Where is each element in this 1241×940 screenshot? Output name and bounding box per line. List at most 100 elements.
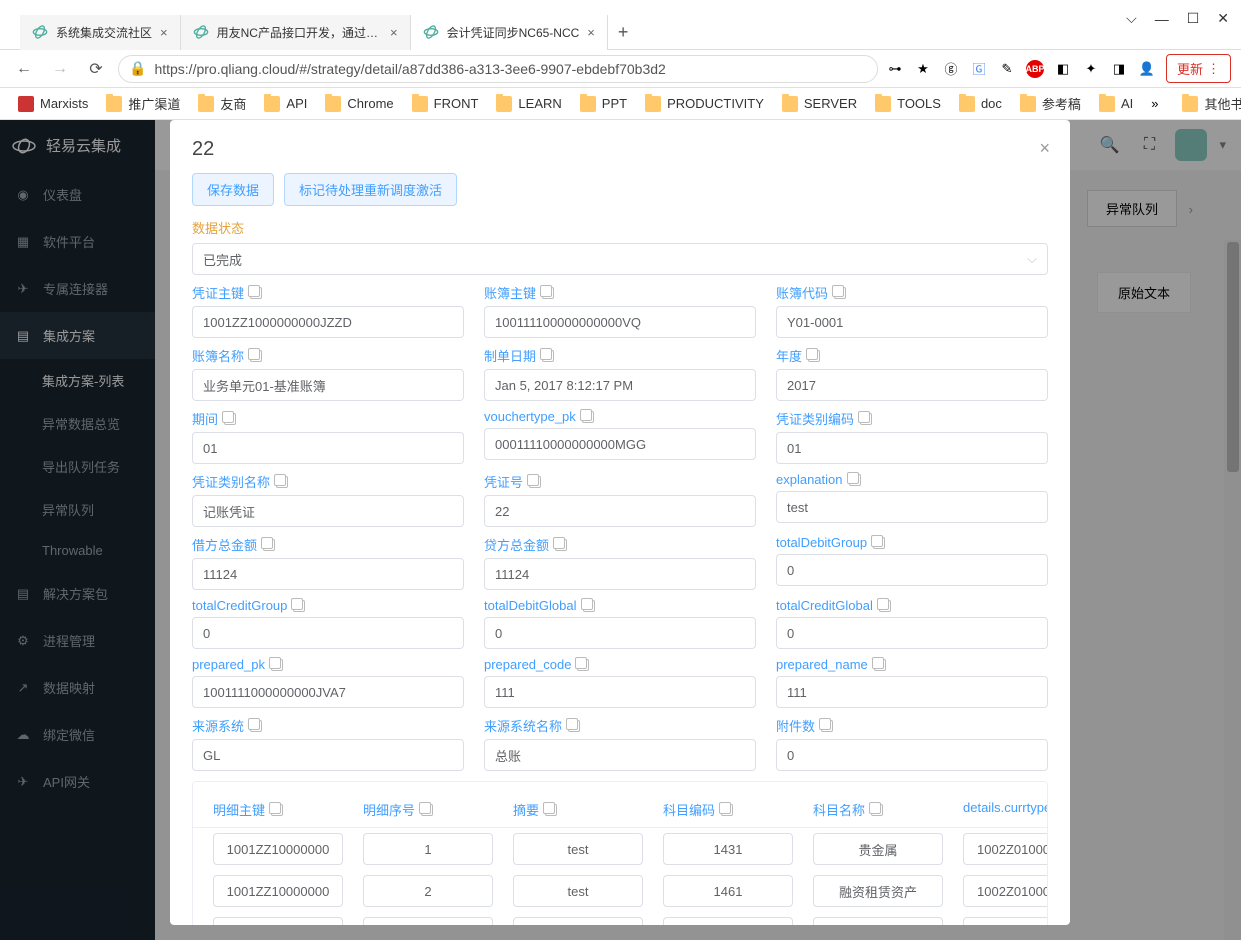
copy-icon[interactable] [568, 720, 580, 732]
detail-cell-2-1[interactable] [363, 917, 493, 925]
copy-icon[interactable] [871, 804, 883, 816]
tab-3-close[interactable]: × [587, 26, 595, 39]
copy-icon[interactable] [555, 539, 567, 551]
field-input-10[interactable] [484, 495, 756, 527]
field-input-13[interactable] [484, 558, 756, 590]
field-input-8[interactable] [776, 432, 1048, 464]
copy-icon[interactable] [545, 804, 557, 816]
field-input-17[interactable] [776, 617, 1048, 649]
abp-icon[interactable]: ABP [1026, 60, 1044, 78]
new-tab-button[interactable]: + [608, 22, 639, 43]
tab-3[interactable]: 会计凭证同步NC65-NCC × [411, 15, 608, 50]
tab-2[interactable]: 用友NC产品接口开发，通过轻易 × [181, 15, 411, 50]
copy-icon[interactable] [873, 537, 885, 549]
copy-icon[interactable] [721, 804, 733, 816]
bookmark-other[interactable]: 其他书签 [1176, 92, 1241, 115]
field-input-9[interactable] [192, 495, 464, 527]
mark-button[interactable]: 标记待处理重新调度激活 [284, 173, 457, 206]
detail-cell-2-5[interactable] [963, 917, 1048, 925]
ext-icon-1[interactable]: ★ [914, 60, 932, 78]
address-bar[interactable]: 🔒 https://pro.qliang.cloud/#/strategy/de… [118, 55, 878, 83]
detail-cell-0-3[interactable] [663, 833, 793, 865]
bookmark-folder-3[interactable]: API [258, 94, 313, 114]
tab-1[interactable]: 系统集成交流社区 × [20, 15, 181, 50]
detail-cell-1-0[interactable] [213, 875, 343, 907]
field-input-12[interactable] [192, 558, 464, 590]
field-input-2[interactable] [776, 306, 1048, 338]
copy-icon[interactable] [542, 287, 554, 299]
field-input-6[interactable] [192, 432, 464, 464]
field-input-16[interactable] [484, 617, 756, 649]
field-input-15[interactable] [192, 617, 464, 649]
field-input-21[interactable] [192, 739, 464, 771]
ext-icon-4[interactable]: ◧ [1054, 60, 1072, 78]
field-input-1[interactable] [484, 306, 756, 338]
detail-cell-1-3[interactable] [663, 875, 793, 907]
tab-1-close[interactable]: × [160, 26, 168, 39]
copy-icon[interactable] [582, 411, 594, 423]
detail-cell-1-5[interactable] [963, 875, 1048, 907]
copy-icon[interactable] [271, 804, 283, 816]
copy-icon[interactable] [250, 720, 262, 732]
copy-icon[interactable] [250, 350, 262, 362]
bookmark-folder-5[interactable]: FRONT [406, 94, 485, 114]
copy-icon[interactable] [263, 539, 275, 551]
detail-cell-2-2[interactable] [513, 917, 643, 925]
win-dropdown-icon[interactable]: ⌵ [1126, 10, 1137, 27]
copy-icon[interactable] [542, 350, 554, 362]
detail-cell-0-0[interactable] [213, 833, 343, 865]
detail-cell-2-0[interactable] [213, 917, 343, 925]
copy-icon[interactable] [821, 720, 833, 732]
detail-cell-2-3[interactable] [663, 917, 793, 925]
detail-cell-2-4[interactable] [813, 917, 943, 925]
ext-icon-3[interactable]: ✎ [998, 60, 1016, 78]
copy-icon[interactable] [879, 600, 891, 612]
bookmark-folder-10[interactable]: TOOLS [869, 94, 947, 114]
copy-icon[interactable] [583, 600, 595, 612]
back-button[interactable]: ← [10, 55, 38, 83]
bookmark-folder-12[interactable]: 参考稿 [1014, 92, 1087, 115]
field-input-4[interactable] [484, 369, 756, 401]
bookmark-folder-1[interactable]: 推广渠道 [100, 92, 186, 115]
win-close-icon[interactable]: ✕ [1217, 10, 1229, 27]
key-icon[interactable]: ⊶ [886, 60, 904, 78]
bookmark-overflow[interactable]: » [1145, 96, 1164, 111]
bookmark-folder-13[interactable]: AI [1093, 94, 1139, 114]
copy-icon[interactable] [860, 413, 872, 425]
detail-cell-1-2[interactable] [513, 875, 643, 907]
bookmark-folder-9[interactable]: SERVER [776, 94, 863, 114]
copy-icon[interactable] [271, 659, 283, 671]
copy-icon[interactable] [849, 474, 861, 486]
bookmark-folder-11[interactable]: doc [953, 94, 1008, 114]
tab-2-close[interactable]: × [390, 26, 398, 39]
detail-cell-0-5[interactable] [963, 833, 1048, 865]
copy-icon[interactable] [529, 476, 541, 488]
bookmark-folder-7[interactable]: PPT [574, 94, 633, 114]
copy-icon[interactable] [874, 659, 886, 671]
modal-close-button[interactable]: × [1039, 138, 1050, 159]
copy-icon[interactable] [808, 350, 820, 362]
field-input-14[interactable] [776, 554, 1048, 586]
field-input-22[interactable] [484, 739, 756, 771]
field-input-19[interactable] [484, 676, 756, 708]
translate-icon[interactable]: 🄶 [970, 60, 988, 78]
bookmark-folder-4[interactable]: Chrome [319, 94, 399, 114]
detail-cell-0-2[interactable] [513, 833, 643, 865]
bookmark-folder-6[interactable]: LEARN [490, 94, 567, 114]
field-input-11[interactable] [776, 491, 1048, 523]
win-minimize-icon[interactable]: — [1155, 11, 1169, 27]
save-button[interactable]: 保存数据 [192, 173, 274, 206]
bookmark-folder-8[interactable]: PRODUCTIVITY [639, 94, 770, 114]
extensions-icon[interactable]: ✦ [1082, 60, 1100, 78]
copy-icon[interactable] [293, 600, 305, 612]
field-input-5[interactable] [776, 369, 1048, 401]
sidepanel-icon[interactable]: ◨ [1110, 60, 1128, 78]
field-input-18[interactable] [192, 676, 464, 708]
copy-icon[interactable] [250, 287, 262, 299]
profile-icon[interactable]: 👤 [1138, 60, 1156, 78]
reload-button[interactable]: ⟳ [82, 55, 110, 83]
detail-cell-0-4[interactable] [813, 833, 943, 865]
detail-cell-0-1[interactable] [363, 833, 493, 865]
bookmark-folder-2[interactable]: 友商 [192, 92, 252, 115]
copy-icon[interactable] [224, 413, 236, 425]
